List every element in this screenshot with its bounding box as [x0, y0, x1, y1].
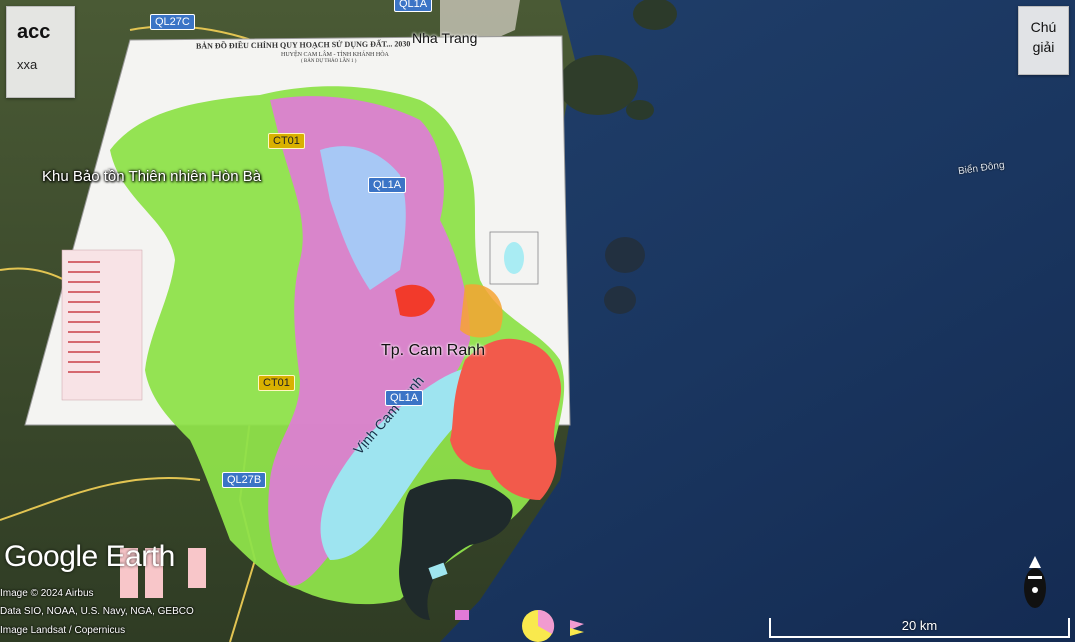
scale-bar: 20 km — [769, 618, 1070, 638]
credit-line-1: Image © 2024 Airbus — [0, 588, 94, 599]
google-earth-logo: Google Earth — [4, 540, 175, 573]
compass-icon[interactable] — [1020, 554, 1050, 612]
acc-subtitle: xxa — [17, 57, 38, 72]
place-label-nha-trang[interactable]: Nha Trang — [412, 30, 477, 46]
acc-title: acc — [17, 21, 51, 43]
island — [605, 237, 645, 273]
road-shield-ql27b[interactable]: QL27B — [222, 472, 267, 488]
road-shield-ql1a-low[interactable]: QL1A — [385, 390, 424, 406]
scale-bar-label: 20 km — [901, 618, 938, 633]
map-viewport[interactable]: BẢN ĐỒ ĐIỀU CHỈNH QUY HOẠCH SỬ DỤNG ĐẤT.… — [0, 0, 1075, 642]
credit-line-3: Image Landsat / Copernicus — [0, 625, 126, 636]
road-shield-ql1a-top[interactable]: QL1A — [394, 0, 433, 12]
sheet-subtitle: HUYỆN CAM LÂM - TỈNH KHÁNH HÒA — [281, 52, 389, 58]
legend-button[interactable]: Chú giải — [1018, 6, 1069, 75]
legend-button-line2: giải — [1032, 39, 1055, 55]
road-shield-ql1a-mid[interactable]: QL1A — [368, 177, 407, 193]
acc-panel[interactable]: acc xxa — [6, 6, 75, 98]
island — [604, 286, 636, 314]
place-label-tp-cam-ranh[interactable]: Tp. Cam Ranh — [381, 342, 485, 360]
credit-line-2: Data SIO, NOAA, U.S. Navy, NGA, GEBCO — [0, 606, 194, 617]
sheet-inset-shape — [504, 242, 524, 274]
island — [558, 55, 638, 115]
place-label-khu-bao-ton[interactable]: Khu Bảo tồn Thiên nhiên Hòn Bà — [42, 168, 261, 185]
road-shield-ql27c[interactable]: QL27C — [150, 14, 195, 30]
road-shield-ct01-top[interactable]: CT01 — [268, 133, 305, 149]
patch — [455, 610, 469, 620]
sheet-note: ( BẢN DỰ THẢO LẦN 1 ) — [301, 59, 357, 64]
road-shield-ct01-mid[interactable]: CT01 — [258, 375, 295, 391]
legend-button-line1: Chú — [1030, 19, 1057, 35]
island — [626, 100, 654, 120]
